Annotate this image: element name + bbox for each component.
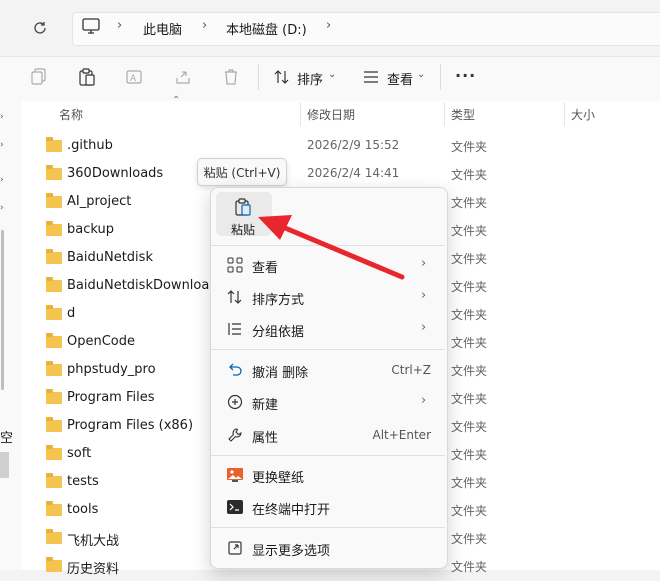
chevron-down-icon: ⌄ xyxy=(417,69,426,80)
nav-selection xyxy=(0,452,9,478)
folder-icon xyxy=(46,333,62,348)
nav-expand-icon[interactable]: › xyxy=(0,140,4,150)
sort-up-icon: ⌃ xyxy=(172,95,181,106)
folder-icon xyxy=(46,193,62,208)
annotation-arrow-icon xyxy=(258,215,405,280)
folder-icon xyxy=(46,221,62,236)
nav-expand-icon[interactable]: › xyxy=(0,203,4,213)
breadcrumb-drive-d[interactable]: 本地磁盘 (D:) xyxy=(226,19,307,38)
column-name[interactable]: 名称 xyxy=(59,106,83,123)
menu-divider xyxy=(211,455,445,456)
menu-item-group-by[interactable]: 分组依据 › xyxy=(210,313,446,345)
folder-icon xyxy=(46,417,62,432)
view-icon[interactable] xyxy=(360,66,382,88)
folder-icon xyxy=(46,389,62,404)
view-button[interactable]: 查看 xyxy=(387,69,413,88)
menu-divider xyxy=(211,349,445,350)
folder-icon xyxy=(46,305,62,320)
computer-icon xyxy=(82,18,100,38)
toolbar-divider xyxy=(440,64,441,90)
chevron-right-icon: › xyxy=(421,393,427,408)
column-date[interactable]: 修改日期 xyxy=(307,106,355,123)
folder-icon xyxy=(46,557,62,572)
chevron-right-icon: › xyxy=(421,320,427,335)
column-divider[interactable] xyxy=(300,102,301,126)
chevron-right-icon: › xyxy=(421,288,427,303)
menu-divider xyxy=(211,527,445,528)
paste-tooltip: 粘贴 (Ctrl+V) xyxy=(197,158,287,186)
share-icon[interactable] xyxy=(172,66,194,88)
sort-icon[interactable] xyxy=(271,66,293,88)
sort-icon xyxy=(226,288,244,306)
column-divider[interactable] xyxy=(444,102,445,126)
menu-item-properties[interactable]: 属性 Alt+Enter xyxy=(210,419,446,451)
delete-icon[interactable] xyxy=(220,66,242,88)
menu-item-change-wallpaper[interactable]: 更换壁纸 xyxy=(210,459,446,491)
chevron-right-icon: › xyxy=(421,256,427,271)
refresh-icon[interactable] xyxy=(28,16,52,40)
more-button[interactable]: ··· xyxy=(455,66,476,85)
more-options-icon xyxy=(226,539,244,557)
folder-icon xyxy=(46,529,62,544)
chevron-right-icon: › xyxy=(202,18,208,33)
paste-icon[interactable] xyxy=(76,66,98,88)
column-type[interactable]: 类型 xyxy=(451,106,475,123)
group-icon xyxy=(226,320,244,338)
toolbar-divider xyxy=(258,64,259,90)
undo-icon xyxy=(226,361,244,379)
folder-icon xyxy=(46,277,62,292)
terminal-icon xyxy=(226,498,244,516)
menu-item-sort-by[interactable]: 排序方式 › xyxy=(210,281,446,313)
wrench-icon xyxy=(226,426,244,444)
breadcrumb-this-pc[interactable]: 此电脑 xyxy=(143,19,182,38)
menu-item-show-more-options[interactable]: 显示更多选项 xyxy=(210,532,446,564)
folder-icon xyxy=(46,445,62,460)
folder-icon xyxy=(46,249,62,264)
menu-item-undo-delete[interactable]: 撤消 删除 Ctrl+Z xyxy=(210,354,446,386)
folder-icon xyxy=(46,137,62,152)
nav-item-partial[interactable]: 空 xyxy=(0,427,13,446)
folder-icon xyxy=(46,361,62,376)
menu-item-open-in-terminal[interactable]: 在终端中打开 xyxy=(210,491,446,523)
copy-icon[interactable] xyxy=(28,66,50,88)
folder-icon xyxy=(46,473,62,488)
folder-icon xyxy=(46,165,62,180)
wallpaper-icon xyxy=(226,466,244,484)
column-divider[interactable] xyxy=(564,102,565,126)
shortcut-label: Ctrl+Z xyxy=(391,363,431,377)
chevron-right-icon[interactable]: › xyxy=(326,18,331,33)
nav-expand-icon[interactable]: › xyxy=(0,175,4,185)
new-icon xyxy=(226,393,244,411)
chevron-down-icon: ⌄ xyxy=(328,69,337,80)
folder-icon xyxy=(46,501,62,516)
svg-text:A: A xyxy=(130,74,137,84)
column-size[interactable]: 大小 xyxy=(571,106,595,123)
table-row[interactable]: .github 2026/2/9 15:52 文件夹 xyxy=(46,133,646,161)
sort-button[interactable]: 排序 xyxy=(297,69,323,88)
nav-expand-icon[interactable]: › xyxy=(0,112,4,122)
menu-item-new[interactable]: 新建 › xyxy=(210,386,446,418)
table-row[interactable]: 360Downloads 2026/2/4 14:41 文件夹 xyxy=(46,161,646,189)
rename-icon[interactable]: A xyxy=(124,66,146,88)
chevron-right-icon: › xyxy=(117,18,123,33)
nav-scrollbar[interactable] xyxy=(1,230,4,390)
shortcut-label: Alt+Enter xyxy=(372,428,431,442)
